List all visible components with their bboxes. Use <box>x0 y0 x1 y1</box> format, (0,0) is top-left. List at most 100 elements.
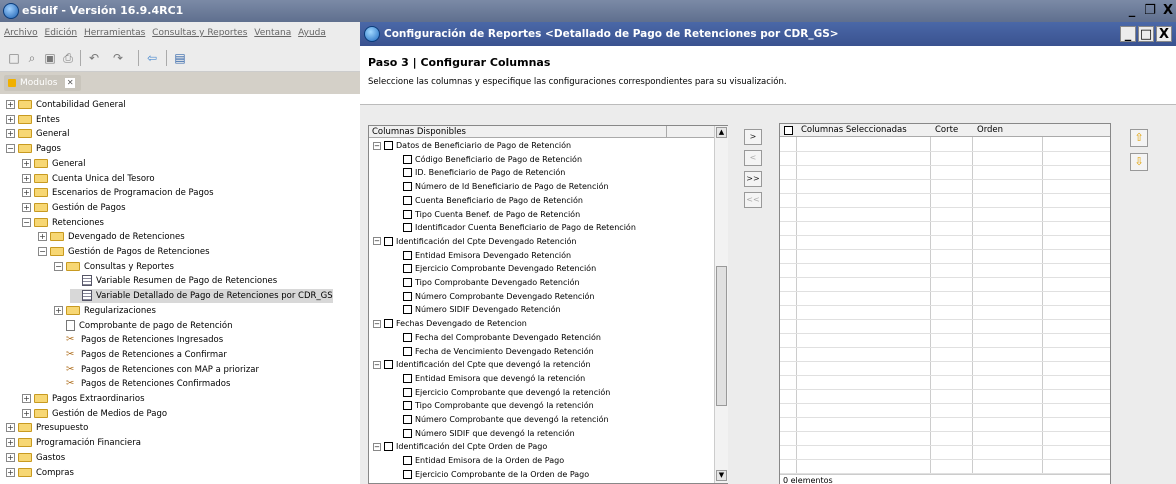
column-item[interactable]: Tipo Comprobante Devengado Retención <box>403 277 580 289</box>
column-item[interactable]: Código Beneficiario de Pago de Retención <box>403 154 582 166</box>
expand-icon[interactable]: + <box>6 114 15 124</box>
column-checkbox[interactable] <box>403 428 412 438</box>
collapse-icon[interactable]: − <box>22 217 31 227</box>
minimize-icon[interactable]: _ <box>1124 4 1140 19</box>
collapse-icon[interactable]: − <box>373 141 381 150</box>
tree-item[interactable]: + Escenarios de Programacion de Pagos <box>22 186 214 200</box>
close-icon[interactable]: X <box>1160 4 1176 19</box>
move-up-icon[interactable]: ⇧ <box>1130 129 1148 147</box>
column-checkbox[interactable] <box>403 209 412 219</box>
column-checkbox[interactable] <box>403 278 412 287</box>
column-item[interactable]: Entidad Emisora Devengado Retención <box>403 250 571 262</box>
close-tab-icon[interactable]: ✕ <box>65 78 76 88</box>
column-checkbox[interactable] <box>403 195 412 205</box>
menu-archivo[interactable]: Archivo <box>4 28 38 38</box>
col-order[interactable]: Orden <box>974 124 1003 137</box>
expand-icon[interactable]: + <box>6 423 15 433</box>
scroll-down-icon[interactable]: ▼ <box>716 470 727 481</box>
menu-edicion[interactable]: Edición <box>45 28 78 38</box>
column-checkbox[interactable] <box>403 401 412 411</box>
tree-item[interactable]: + Cuenta Unica del Tesoro <box>22 172 155 186</box>
available-columns-list[interactable]: Columnas Disponibles − Datos de Beneficia… <box>368 125 728 484</box>
column-group[interactable]: − Identificación del Cpte que devengó la … <box>373 359 591 371</box>
column-checkbox[interactable] <box>384 360 393 370</box>
modules-tab[interactable]: Modulos ✕ <box>4 75 82 91</box>
tree-item[interactable]: + Presupuesto <box>6 421 88 435</box>
column-item[interactable]: Número Comprobante Devengado Retención <box>403 291 594 303</box>
new-icon[interactable]: □ <box>6 50 22 66</box>
column-item[interactable]: Fecha del Comprobante Devengado Retenció… <box>403 332 601 344</box>
tree-item[interactable]: Variable Detallado de Pago de Retencione… <box>70 289 333 304</box>
add-column-button[interactable]: > <box>744 129 762 145</box>
tree-item[interactable]: − Consultas y Reportes <box>54 260 174 274</box>
tree-item[interactable]: + Entes <box>6 113 60 127</box>
add-all-columns-button[interactable]: >> <box>744 171 762 187</box>
menu-ventana[interactable]: Ventana <box>254 28 291 38</box>
restore-icon[interactable]: ❐ <box>1142 4 1158 19</box>
collapse-icon[interactable]: − <box>6 144 15 154</box>
tree-item[interactable]: − Gestión de Pagos de Retenciones <box>38 245 210 259</box>
tree-item[interactable]: − Retenciones <box>22 216 104 230</box>
dialog-maximize-icon[interactable]: □ <box>1138 26 1154 42</box>
dialog-minimize-icon[interactable]: _ <box>1120 26 1136 42</box>
expand-icon[interactable]: + <box>6 129 15 139</box>
scroll-up-icon[interactable]: ▲ <box>716 127 727 138</box>
print-icon[interactable]: ⎙ <box>60 50 76 66</box>
column-checkbox[interactable] <box>384 236 393 246</box>
expand-icon[interactable]: + <box>22 394 31 403</box>
column-item[interactable]: Ejercicio Comprobante que devengó la ret… <box>403 387 610 399</box>
column-checkbox[interactable] <box>403 415 412 424</box>
tree-item[interactable]: + Gestión de Pagos <box>22 201 126 215</box>
tree-item[interactable]: − Pagos <box>6 142 61 156</box>
collapse-icon[interactable]: − <box>373 319 381 328</box>
tree-item[interactable]: + Compras <box>6 466 74 480</box>
tree-item[interactable]: Variable Resumen de Pago de Retenciones <box>70 274 277 288</box>
column-checkbox[interactable] <box>403 469 412 479</box>
expand-icon[interactable]: + <box>22 188 31 198</box>
tree-item[interactable]: + Contabilidad General <box>6 98 126 112</box>
column-item[interactable]: ID. Beneficiario de Pago de Retención <box>403 167 565 179</box>
expand-icon[interactable]: + <box>54 305 63 315</box>
column-item[interactable]: Identificador Cuenta Beneficiario de Pag… <box>403 222 636 234</box>
tree-item[interactable]: ✂ Pagos de Retenciones con MAP a prioriza… <box>54 363 259 377</box>
scroll-thumb[interactable] <box>716 266 727 406</box>
column-item[interactable]: Entidad Emisora de la Orden de Pago <box>403 455 564 467</box>
column-item[interactable]: Número de Id Beneficiario de Pago de Ret… <box>403 181 609 193</box>
menu-consultas[interactable]: Consultas y Reportes <box>152 28 247 38</box>
column-item[interactable]: Tipo Cuenta Benef. de Pago de Retención <box>403 209 580 221</box>
expand-icon[interactable]: + <box>6 467 15 477</box>
expand-icon[interactable]: + <box>6 438 15 448</box>
column-checkbox[interactable] <box>403 373 412 383</box>
tree-item[interactable]: + Devengado de Retenciones <box>38 230 185 244</box>
column-checkbox[interactable] <box>384 319 393 329</box>
expand-icon[interactable]: + <box>38 232 47 242</box>
undo-icon[interactable]: ↶ <box>86 50 102 66</box>
column-checkbox[interactable] <box>384 442 393 452</box>
column-item[interactable]: Fecha de Vencimiento Devengado Retención <box>403 346 594 358</box>
column-item[interactable]: Número SIDIF Devengado Retención <box>403 304 561 316</box>
column-group[interactable]: − Identificación del Cpte Orden de Pago <box>373 441 547 453</box>
column-item[interactable]: Ejercicio Comprobante Devengado Retenció… <box>403 263 596 275</box>
column-checkbox[interactable] <box>384 141 393 150</box>
tree-item[interactable]: ✂ Pagos de Retenciones Confirmados <box>54 377 230 391</box>
move-down-icon[interactable]: ⇩ <box>1130 153 1148 171</box>
expand-icon[interactable]: + <box>6 100 15 109</box>
collapse-icon[interactable]: − <box>373 237 381 246</box>
remove-all-columns-button[interactable]: << <box>744 192 762 208</box>
tree-item[interactable]: + Gestión de Medios de Pago <box>22 407 167 421</box>
tree-item[interactable]: + Regularizaciones <box>54 304 156 318</box>
column-checkbox[interactable] <box>403 223 412 233</box>
expand-icon[interactable]: + <box>22 202 31 212</box>
column-item[interactable]: Entidad Emisora que devengó la retención <box>403 373 585 385</box>
column-item[interactable]: Tipo Comprobante que devengó la retenció… <box>403 400 594 412</box>
column-checkbox[interactable] <box>403 291 412 301</box>
tree-item[interactable]: Comprobante de pago de Retención <box>54 319 232 333</box>
redo-icon[interactable]: ↷ <box>110 50 126 66</box>
tree-item[interactable]: + General <box>6 127 70 141</box>
column-checkbox[interactable] <box>403 154 412 164</box>
column-checkbox[interactable] <box>403 346 412 356</box>
col-cut[interactable]: Corte <box>932 124 958 137</box>
column-checkbox[interactable] <box>403 332 412 342</box>
collapse-icon[interactable]: − <box>38 247 47 256</box>
save-icon[interactable]: ▣ <box>42 50 58 66</box>
